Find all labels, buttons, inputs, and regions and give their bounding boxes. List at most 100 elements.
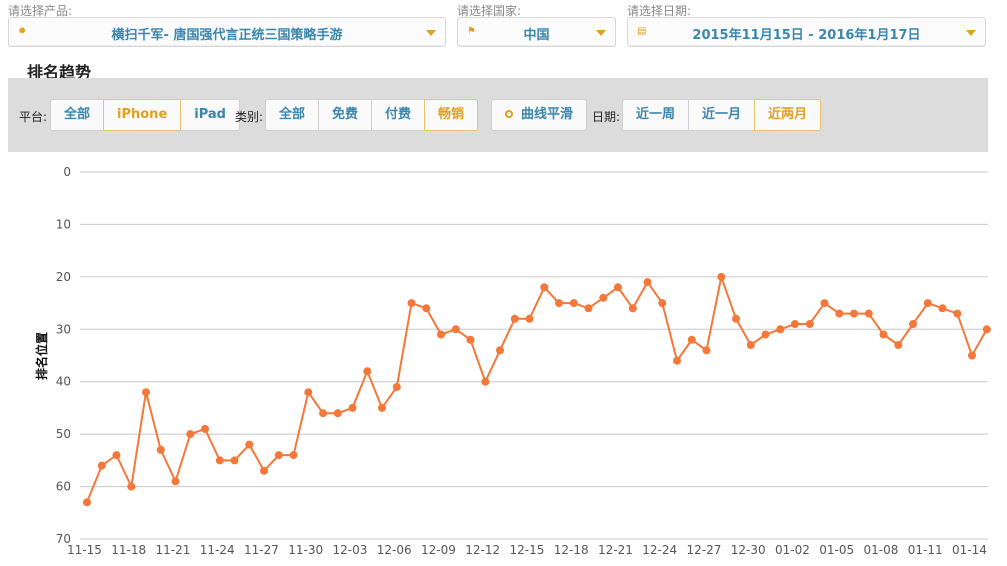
data-point[interactable] <box>215 456 224 465</box>
data-point[interactable] <box>289 451 298 460</box>
data-point[interactable] <box>378 403 386 412</box>
data-point[interactable] <box>186 430 195 439</box>
category-label: 类别: <box>235 110 264 124</box>
y-axis-title: 排名位置 <box>34 332 49 380</box>
smooth-curve-toggle[interactable]: 曲线平滑 <box>491 99 588 131</box>
smooth-curve-label: 曲线平滑 <box>521 107 574 122</box>
y-tick-label: 40 <box>56 375 71 389</box>
data-point[interactable] <box>584 304 593 313</box>
data-point[interactable] <box>658 299 667 308</box>
data-point[interactable] <box>407 299 416 308</box>
x-tick-label: 11-30 <box>288 543 323 557</box>
category-all-button[interactable]: 全部 <box>265 99 320 131</box>
x-tick-label: 01-08 <box>864 543 899 557</box>
data-point[interactable] <box>820 299 829 308</box>
period-two-months-button[interactable]: 近两月 <box>754 99 822 131</box>
data-point[interactable] <box>938 304 947 313</box>
country-select[interactable]: ⚑ 中国 <box>457 17 616 47</box>
data-point[interactable] <box>805 320 814 328</box>
y-tick-label: 30 <box>56 322 71 336</box>
category-grossing-button[interactable]: 畅销 <box>424 99 479 131</box>
data-point[interactable] <box>333 409 342 418</box>
data-point[interactable] <box>481 377 490 386</box>
data-point[interactable] <box>201 424 209 433</box>
x-tick-label: 12-21 <box>598 543 633 557</box>
data-point[interactable] <box>540 283 549 292</box>
data-point[interactable] <box>525 314 534 323</box>
data-point[interactable] <box>363 367 372 376</box>
data-point[interactable] <box>791 320 799 328</box>
x-tick-label: 12-27 <box>687 543 722 557</box>
data-point[interactable] <box>894 341 903 349</box>
data-point[interactable] <box>850 309 858 318</box>
data-point[interactable] <box>687 335 696 344</box>
data-point[interactable] <box>923 299 932 308</box>
data-point[interactable] <box>127 482 136 491</box>
platform-label: 平台: <box>19 110 48 124</box>
y-tick-label: 0 <box>63 165 71 179</box>
data-point[interactable] <box>510 314 519 323</box>
chevron-down-icon <box>426 30 436 36</box>
data-point[interactable] <box>496 346 504 355</box>
product-select-value: 横扫千军- 唐国强代言正统三国策略手游 <box>111 28 343 43</box>
data-point[interactable] <box>968 351 976 360</box>
data-point[interactable] <box>643 278 652 287</box>
data-point[interactable] <box>466 335 475 344</box>
data-point[interactable] <box>451 325 460 334</box>
data-point[interactable] <box>746 341 755 349</box>
data-point[interactable] <box>953 309 962 318</box>
platform-iphone-button[interactable]: iPhone <box>103 99 182 131</box>
platform-all-button[interactable]: 全部 <box>50 99 105 131</box>
radio-icon <box>505 110 513 118</box>
rank-trend-chart: 010203040506070 11-15 11-18 11-21 11-24 11-2… <box>34 165 991 557</box>
data-point[interactable] <box>864 309 873 318</box>
data-point[interactable] <box>673 356 681 365</box>
data-point[interactable] <box>732 314 740 323</box>
data-point[interactable] <box>717 272 726 281</box>
x-tick-label: 12-24 <box>642 543 677 557</box>
data-point[interactable] <box>614 283 622 292</box>
platform-button-group: 全部 iPhone iPad <box>50 99 240 131</box>
period-label: 日期: <box>592 110 621 124</box>
data-point[interactable] <box>142 388 150 397</box>
data-point[interactable] <box>982 325 991 334</box>
data-point[interactable] <box>171 477 180 486</box>
y-tick-label: 50 <box>56 427 71 441</box>
period-month-button[interactable]: 近一月 <box>688 99 756 131</box>
data-point[interactable] <box>97 461 106 470</box>
data-point[interactable] <box>304 388 313 397</box>
data-point[interactable] <box>83 498 91 507</box>
data-point[interactable] <box>879 330 888 339</box>
data-point[interactable] <box>230 456 239 465</box>
x-tick-label: 12-18 <box>554 543 589 557</box>
x-tick-label: 12-03 <box>333 543 368 557</box>
data-point[interactable] <box>112 451 121 460</box>
category-button-group: 全部 免费 付费 畅销 <box>265 99 479 131</box>
data-point[interactable] <box>348 403 357 412</box>
data-point[interactable] <box>555 299 563 308</box>
data-point[interactable] <box>599 293 608 302</box>
data-point[interactable] <box>628 304 637 313</box>
data-point[interactable] <box>761 330 770 339</box>
category-paid-button[interactable]: 付费 <box>371 99 426 131</box>
platform-ipad-button[interactable]: iPad <box>180 99 240 131</box>
category-free-button[interactable]: 免费 <box>318 99 373 131</box>
data-point[interactable] <box>702 346 711 355</box>
data-point[interactable] <box>319 409 327 418</box>
data-point[interactable] <box>422 304 431 313</box>
data-point[interactable] <box>260 466 268 475</box>
data-point[interactable] <box>392 383 401 391</box>
period-week-button[interactable]: 近一周 <box>622 99 690 131</box>
date-select[interactable]: ▤ 2015年11月15日 - 2016年1月17日 <box>627 17 986 47</box>
flag-icon: ⚑ <box>467 26 476 37</box>
data-point[interactable] <box>274 451 283 460</box>
product-select[interactable]: ✹ 横扫千军- 唐国强代言正统三国策略手游 <box>8 17 446 47</box>
data-point[interactable] <box>245 440 254 449</box>
data-point[interactable] <box>569 299 578 308</box>
data-point[interactable] <box>776 325 785 334</box>
data-point[interactable] <box>909 320 917 328</box>
data-point[interactable] <box>156 445 165 454</box>
data-point[interactable] <box>835 309 844 318</box>
data-point[interactable] <box>437 330 445 339</box>
country-select-value: 中国 <box>523 28 550 43</box>
